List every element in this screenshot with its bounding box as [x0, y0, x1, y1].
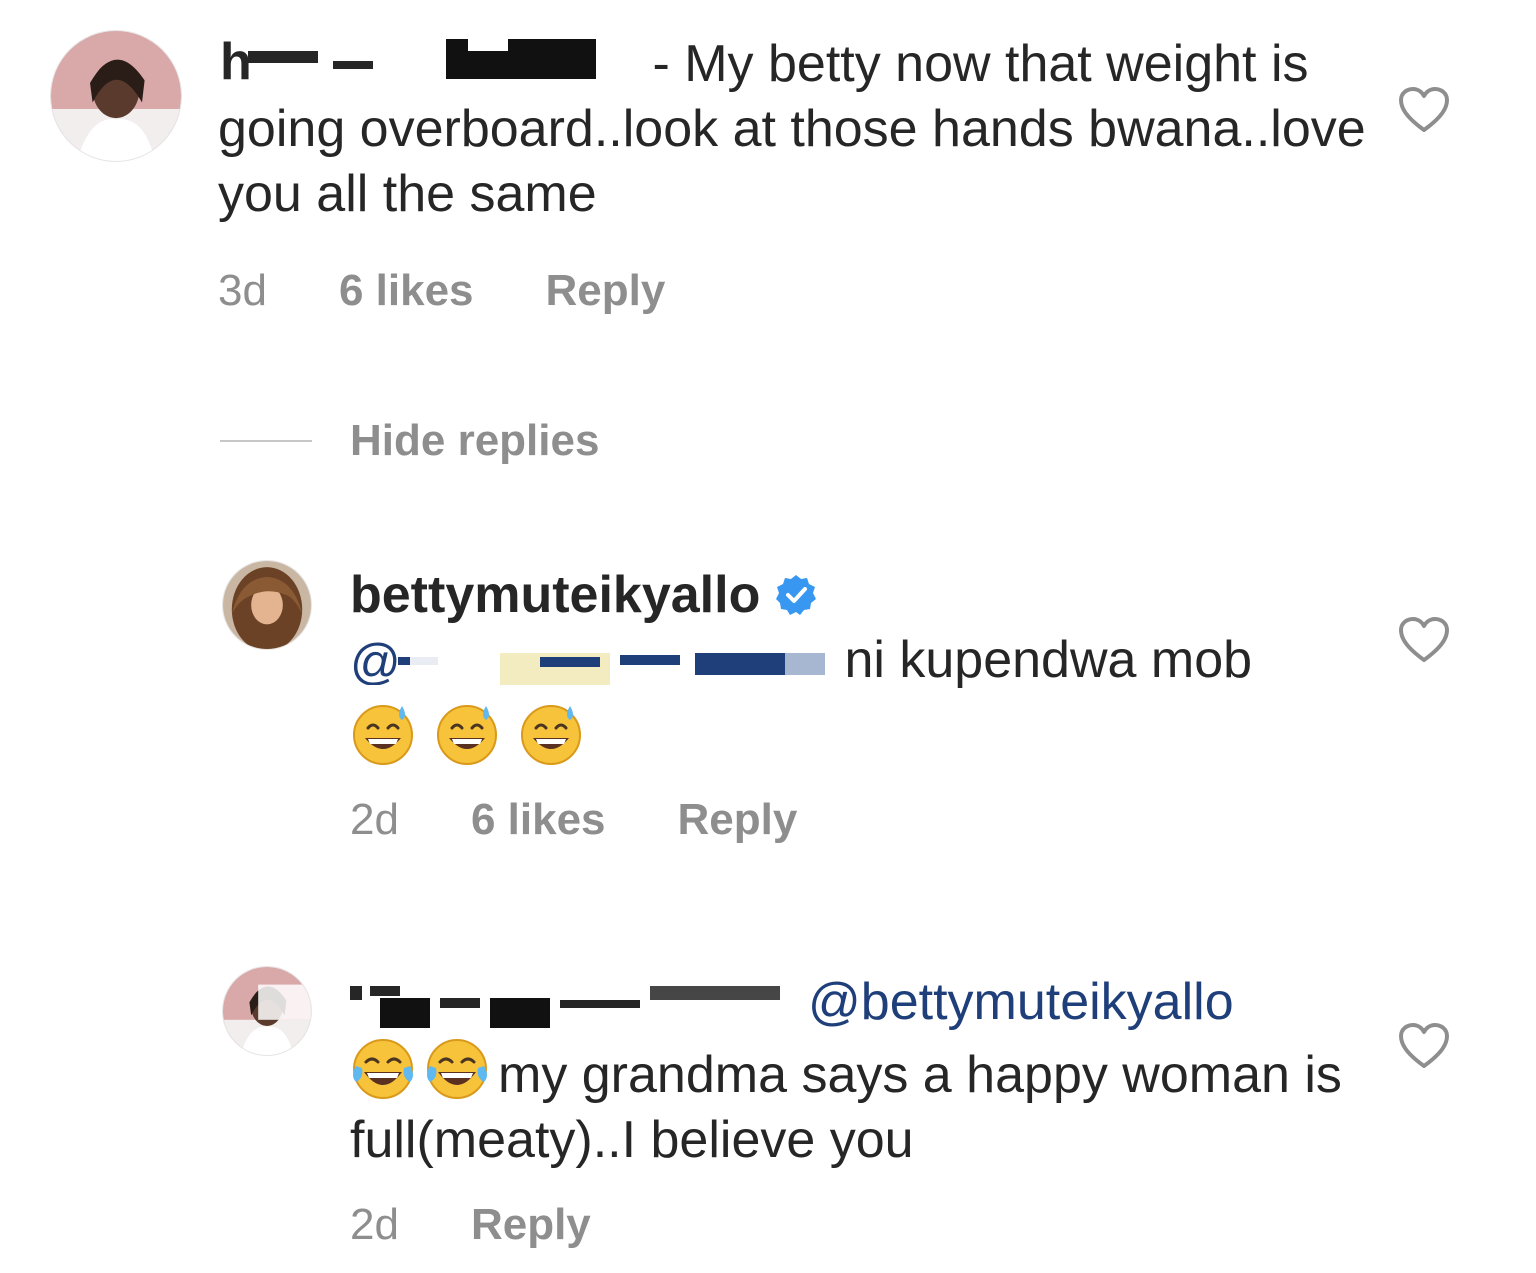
divider-line	[220, 440, 312, 442]
comment-header: @bettymuteikyallo	[350, 970, 1234, 1035]
grinning-sweat-emoji	[353, 705, 413, 765]
avatar-photo	[223, 561, 311, 649]
comment-meta: 2d 6 likes Reply	[350, 795, 797, 845]
emoji-row	[350, 700, 584, 766]
comment-body: @ ni kupendwa mob	[350, 628, 1370, 693]
hide-replies-button[interactable]: Hide replies	[220, 416, 599, 466]
mention-link[interactable]: @bettymuteikyallo	[808, 970, 1234, 1035]
redaction-mark	[350, 977, 780, 1028]
avatar[interactable]	[222, 560, 312, 650]
grinning-sweat-emoji	[437, 705, 497, 765]
hide-replies-label: Hide replies	[350, 416, 600, 465]
redaction-mark: h	[220, 33, 596, 91]
comment-time: 3d	[218, 266, 267, 315]
avatar-photo	[223, 967, 311, 1055]
comment-text: my grandma says a happy woman is full(me…	[350, 1046, 1342, 1169]
comment-body: my grandma says a happy woman is full(me…	[350, 1036, 1400, 1173]
verified-badge-icon	[774, 573, 818, 617]
svg-text:h: h	[220, 37, 252, 87]
likes-count[interactable]: 6 likes	[339, 266, 474, 316]
redacted-username[interactable]	[350, 977, 790, 1028]
heart-icon[interactable]	[1398, 616, 1450, 664]
grinning-sweat-emoji	[521, 705, 581, 765]
comment-username[interactable]: bettymuteikyallo	[350, 565, 818, 625]
tears-of-joy-emoji	[353, 1039, 413, 1099]
heart-icon[interactable]	[1398, 86, 1450, 134]
username-label: bettymuteikyallo	[350, 566, 761, 624]
likes-count[interactable]: 6 likes	[471, 795, 606, 845]
reply-button[interactable]: Reply	[546, 266, 666, 316]
heart-icon[interactable]	[1398, 1022, 1450, 1070]
redaction-mark: @	[350, 634, 825, 690]
svg-text:@: @	[350, 635, 401, 685]
comment-body: h - My betty now that weight is going ov…	[218, 32, 1368, 227]
redacted-username[interactable]: h	[218, 33, 638, 91]
avatar[interactable]	[50, 30, 182, 162]
comment-meta: 3d 6 likes Reply	[218, 266, 665, 316]
comment-time: 2d	[350, 795, 399, 844]
reply-button[interactable]: Reply	[471, 1200, 591, 1250]
comment-meta: 2d Reply	[350, 1200, 591, 1250]
redacted-mention[interactable]: @	[350, 634, 830, 690]
tears-of-joy-emoji	[427, 1039, 487, 1099]
comment-time: 2d	[350, 1200, 399, 1249]
reply-button[interactable]: Reply	[678, 795, 798, 845]
avatar[interactable]	[222, 966, 312, 1056]
avatar-photo	[51, 31, 181, 161]
comment-text: ni kupendwa mob	[844, 631, 1253, 689]
